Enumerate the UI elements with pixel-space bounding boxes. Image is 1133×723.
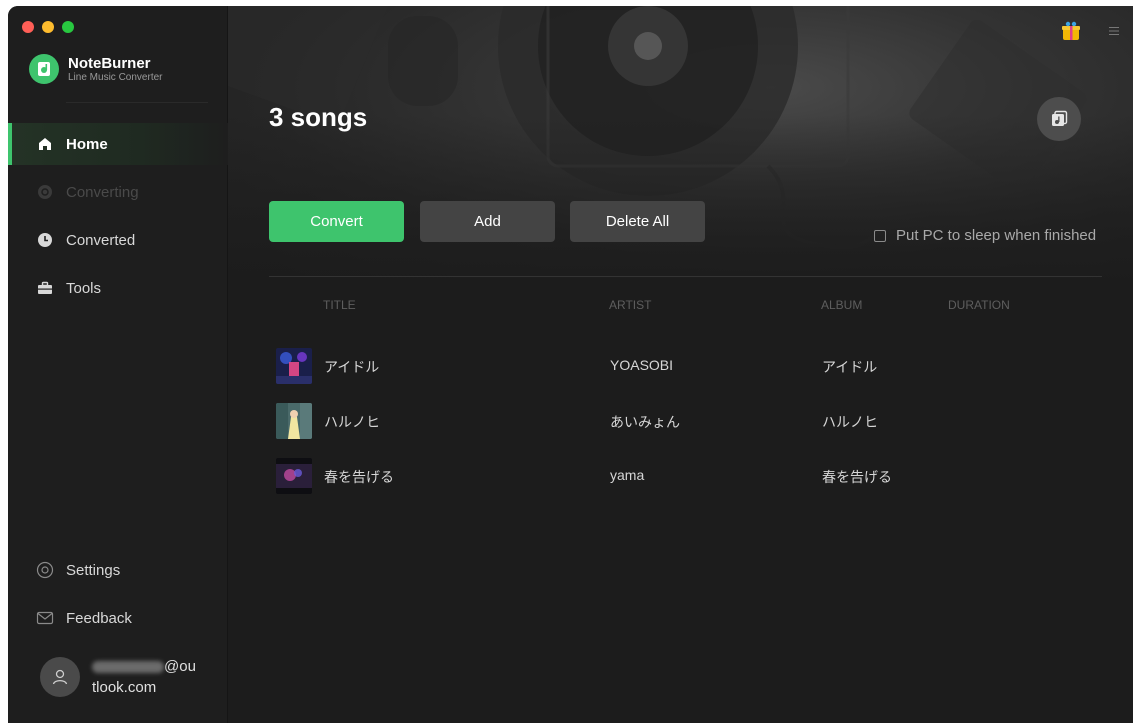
- add-button[interactable]: Add: [420, 201, 555, 242]
- song-title: アイドル: [324, 359, 380, 375]
- user-email-line2: tlook.com: [92, 679, 157, 696]
- song-artist: YOASOBI: [610, 357, 674, 373]
- sidebar-item-label: Converting: [66, 183, 139, 201]
- column-duration[interactable]: DURATION: [948, 298, 1010, 312]
- sidebar-nav: Home Converting Converted Tools: [8, 123, 228, 315]
- sidebar-item-label: Tools: [66, 279, 102, 297]
- noteburner-logo-icon: [29, 54, 59, 84]
- main-panel: 3 songs Convert Add Delete All Put PC to…: [228, 6, 1133, 723]
- toolbox-icon: [36, 279, 54, 297]
- brand-divider: [66, 102, 208, 103]
- song-title: ハルノヒ: [324, 414, 380, 430]
- sidebar-item-label: Settings: [66, 561, 121, 579]
- song-album: ハルノヒ: [822, 414, 878, 430]
- delete-all-button[interactable]: Delete All: [570, 201, 705, 242]
- table-header: TITLE ARTIST ALBUM DURATION: [228, 298, 1133, 314]
- sidebar-item-feedback[interactable]: Feedback: [8, 597, 228, 639]
- sleep-label: Put PC to sleep when finished: [896, 227, 1097, 244]
- avatar[interactable]: [40, 657, 80, 697]
- user-icon: [52, 669, 68, 685]
- sidebar-item-settings[interactable]: Settings: [8, 549, 228, 591]
- column-artist[interactable]: ARTIST: [609, 298, 651, 312]
- sidebar-item-label: Home: [66, 135, 108, 153]
- user-email-line1: @ou: [164, 658, 196, 675]
- album-cover: [276, 458, 312, 494]
- sidebar-item-label: Converted: [66, 231, 136, 249]
- app-name: NoteBurner: [68, 54, 151, 72]
- minimize-window-button[interactable]: [42, 21, 54, 33]
- redacted-email-part: [92, 661, 164, 674]
- menu-icon[interactable]: [1108, 24, 1120, 36]
- song-album: 春を告げる: [822, 469, 892, 485]
- sidebar-item-label: Feedback: [66, 609, 132, 627]
- convert-button[interactable]: Convert: [269, 201, 404, 242]
- mail-icon: [36, 609, 54, 627]
- music-square-icon: [1052, 110, 1068, 126]
- sidebar-bottom-nav: Settings Feedback: [8, 549, 228, 645]
- sidebar-item-converted[interactable]: Converted: [8, 219, 228, 261]
- column-album[interactable]: ALBUM: [821, 298, 862, 312]
- album-cover: [276, 348, 312, 384]
- table-row[interactable]: アイドル YOASOBI アイドル: [228, 346, 1133, 386]
- album-cover: [276, 403, 312, 439]
- song-artist: あいみょん: [610, 414, 680, 430]
- user-email: @ou tlook.com: [92, 656, 202, 698]
- sidebar: NoteBurner Line Music Converter Home Con…: [8, 6, 228, 723]
- sleep-option[interactable]: Put PC to sleep when finished: [874, 227, 1096, 244]
- album-artwork-button[interactable]: [1037, 97, 1081, 141]
- gift-icon[interactable]: [1060, 20, 1082, 42]
- song-title: 春を告げる: [324, 469, 394, 485]
- column-title[interactable]: TITLE: [323, 298, 356, 312]
- window-controls: [22, 21, 74, 33]
- table-row[interactable]: ハルノヒ あいみょん ハルノヒ: [228, 401, 1133, 441]
- song-artist: yama: [610, 467, 645, 483]
- page-title: 3 songs: [269, 102, 368, 132]
- app-window: NoteBurner Line Music Converter Home Con…: [8, 6, 1133, 723]
- song-album: アイドル: [822, 359, 878, 375]
- table-row[interactable]: 春を告げる yama 春を告げる: [228, 456, 1133, 496]
- clock-icon: [36, 231, 54, 249]
- header-divider: [269, 276, 1102, 277]
- sidebar-item-tools[interactable]: Tools: [8, 267, 228, 309]
- app-subtitle: Line Music Converter: [68, 71, 163, 83]
- sleep-checkbox[interactable]: [874, 229, 886, 242]
- converting-icon: [36, 183, 54, 201]
- gear-icon: [36, 561, 54, 579]
- user-account[interactable]: @ou tlook.com: [40, 656, 202, 698]
- sidebar-item-converting[interactable]: Converting: [8, 171, 228, 213]
- brand: NoteBurner Line Music Converter: [29, 54, 162, 84]
- home-icon: [36, 135, 54, 153]
- close-window-button[interactable]: [22, 21, 34, 33]
- sidebar-item-home[interactable]: Home: [8, 123, 228, 165]
- maximize-window-button[interactable]: [62, 21, 74, 33]
